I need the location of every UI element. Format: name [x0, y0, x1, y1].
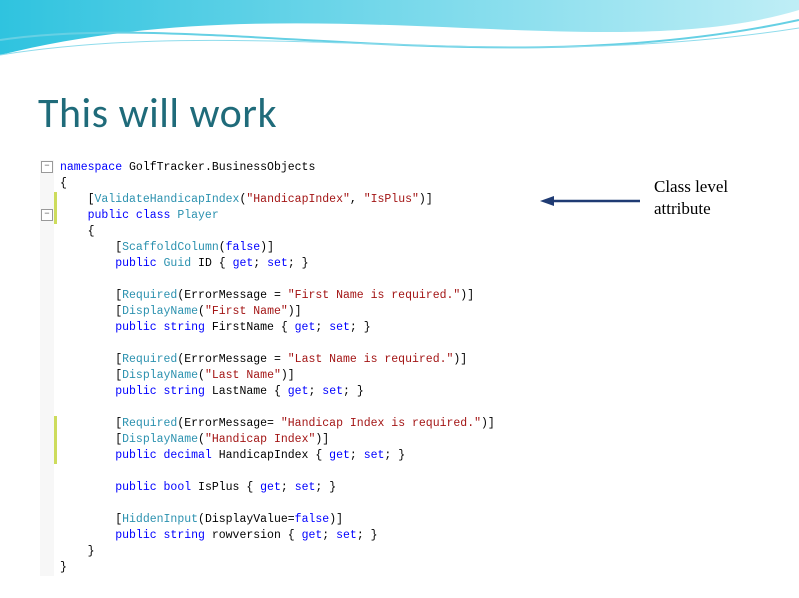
header-swoosh: [0, 0, 799, 90]
editor-gutter: [40, 160, 54, 576]
outline-collapse-icon: −: [41, 161, 53, 173]
change-bar: [54, 192, 57, 224]
outline-collapse-icon: −: [41, 209, 53, 221]
change-bar: [54, 416, 57, 464]
slide-title: This will work: [38, 88, 277, 139]
annotation-line2: attribute: [654, 199, 711, 218]
code-block: namespace GolfTracker.BusinessObjects { …: [40, 160, 542, 576]
annotation-text: Class level attribute: [654, 176, 728, 220]
code-panel: − − namespace GolfTracker.BusinessObject…: [40, 160, 542, 576]
annotation-line1: Class level: [654, 177, 728, 196]
arrow-icon: [540, 195, 640, 207]
